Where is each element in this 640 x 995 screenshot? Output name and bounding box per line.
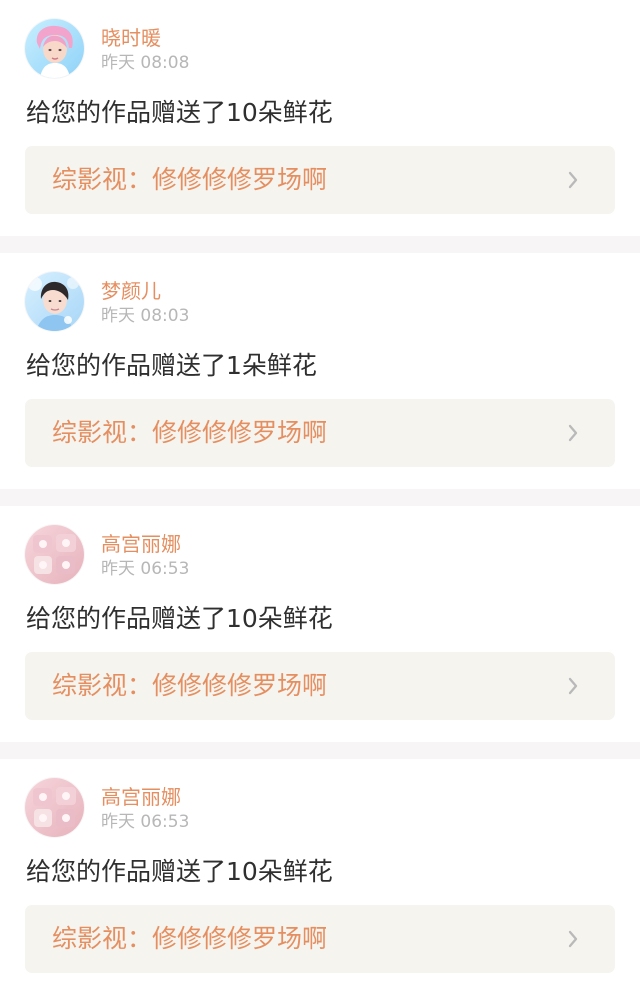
timestamp: 昨天 06:53 [101, 812, 190, 832]
gift-message: 给您的作品赠送了10朵鲜花 [26, 98, 333, 127]
gift-message: 给您的作品赠送了1朵鲜花 [26, 351, 317, 380]
section-divider [0, 742, 640, 759]
work-link[interactable]: 综影视：修修修修罗场啊 [25, 146, 615, 214]
username[interactable]: 高宫丽娜 [101, 785, 181, 809]
work-link[interactable]: 综影视：修修修修罗场啊 [25, 905, 615, 973]
avatar-image [25, 19, 84, 78]
user-avatar[interactable] [25, 272, 84, 331]
timestamp: 昨天 08:03 [101, 306, 190, 326]
chevron-right-icon [562, 169, 584, 191]
avatar-image [25, 778, 84, 837]
notification-card: 高宫丽娜 昨天 06:53 给您的作品赠送了10朵鲜花 综影视：修修修修罗场啊 [0, 759, 640, 995]
work-title: 综影视：修修修修罗场啊 [52, 165, 328, 194]
work-link[interactable]: 综影视：修修修修罗场啊 [25, 652, 615, 720]
user-avatar[interactable] [25, 19, 84, 78]
username[interactable]: 梦颜儿 [101, 279, 161, 303]
gift-message: 给您的作品赠送了10朵鲜花 [26, 857, 333, 886]
chevron-right-icon [562, 422, 584, 444]
notification-card: 晓时暖 昨天 08:08 给您的作品赠送了10朵鲜花 综影视：修修修修罗场啊 [0, 0, 640, 236]
username[interactable]: 高宫丽娜 [101, 532, 181, 556]
notification-card: 高宫丽娜 昨天 06:53 给您的作品赠送了10朵鲜花 综影视：修修修修罗场啊 [0, 506, 640, 742]
user-avatar[interactable] [25, 525, 84, 584]
notification-card: 梦颜儿 昨天 08:03 给您的作品赠送了1朵鲜花 综影视：修修修修罗场啊 [0, 253, 640, 489]
work-title: 综影视：修修修修罗场啊 [52, 671, 328, 700]
work-link[interactable]: 综影视：修修修修罗场啊 [25, 399, 615, 467]
avatar-image [25, 272, 84, 331]
chevron-right-icon [562, 675, 584, 697]
chevron-right-icon [562, 928, 584, 950]
timestamp: 昨天 08:08 [101, 53, 190, 73]
username[interactable]: 晓时暖 [101, 26, 161, 50]
user-avatar[interactable] [25, 778, 84, 837]
section-divider [0, 236, 640, 253]
work-title: 综影视：修修修修罗场啊 [52, 924, 328, 953]
work-title: 综影视：修修修修罗场啊 [52, 418, 328, 447]
notification-feed: 晓时暖 昨天 08:08 给您的作品赠送了10朵鲜花 综影视：修修修修罗场啊 梦… [0, 0, 640, 995]
gift-message: 给您的作品赠送了10朵鲜花 [26, 604, 333, 633]
avatar-image [25, 525, 84, 584]
timestamp: 昨天 06:53 [101, 559, 190, 579]
section-divider [0, 489, 640, 506]
